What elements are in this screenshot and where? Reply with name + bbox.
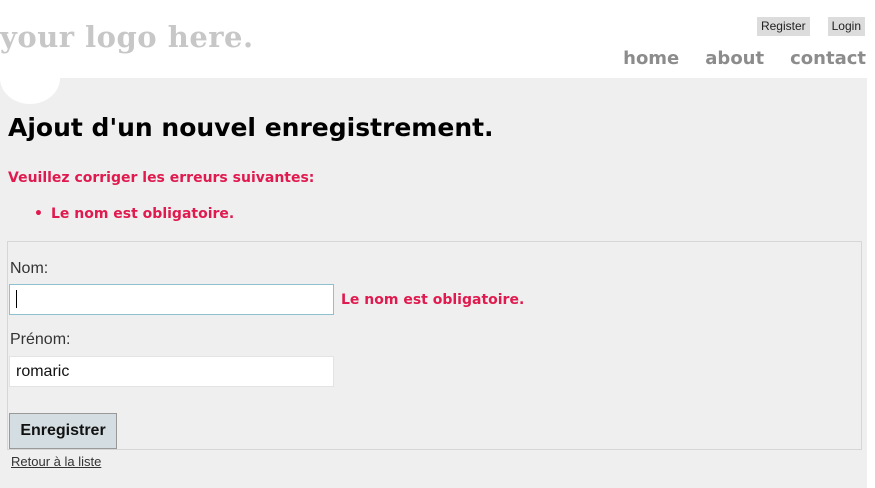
nav-about[interactable]: about [705, 48, 764, 69]
login-link[interactable]: Login [827, 17, 865, 36]
nom-field-error: Le nom est obligatoire. [341, 292, 525, 308]
nom-label: Nom: [10, 260, 49, 277]
page-title: Ajout d'un nouvel enregistrement. [8, 113, 494, 142]
prenom-label: Prénom: [10, 331, 71, 348]
validation-summary-title: Veuillez corriger les erreurs suivantes: [8, 170, 315, 186]
validation-error-item: Le nom est obligatoire. [34, 206, 234, 222]
record-form [7, 241, 862, 450]
logo: your logo here. [0, 20, 254, 54]
back-to-list-link[interactable]: Retour à la liste [11, 454, 101, 469]
save-button[interactable]: Enregistrer [9, 413, 117, 449]
main-nav: home about contact [623, 48, 866, 69]
validation-summary-list: Le nom est obligatoire. [34, 206, 234, 222]
text-caret [16, 289, 17, 308]
prenom-input[interactable]: romaric [9, 356, 334, 387]
nav-contact[interactable]: contact [790, 48, 866, 69]
nom-input[interactable] [9, 284, 334, 315]
site-header: your logo here. Register Login home abou… [0, 0, 875, 78]
auth-links: Register Login [756, 17, 865, 36]
register-link[interactable]: Register [756, 17, 810, 36]
prenom-input-value: romaric [16, 363, 70, 380]
nav-home[interactable]: home [623, 48, 679, 69]
